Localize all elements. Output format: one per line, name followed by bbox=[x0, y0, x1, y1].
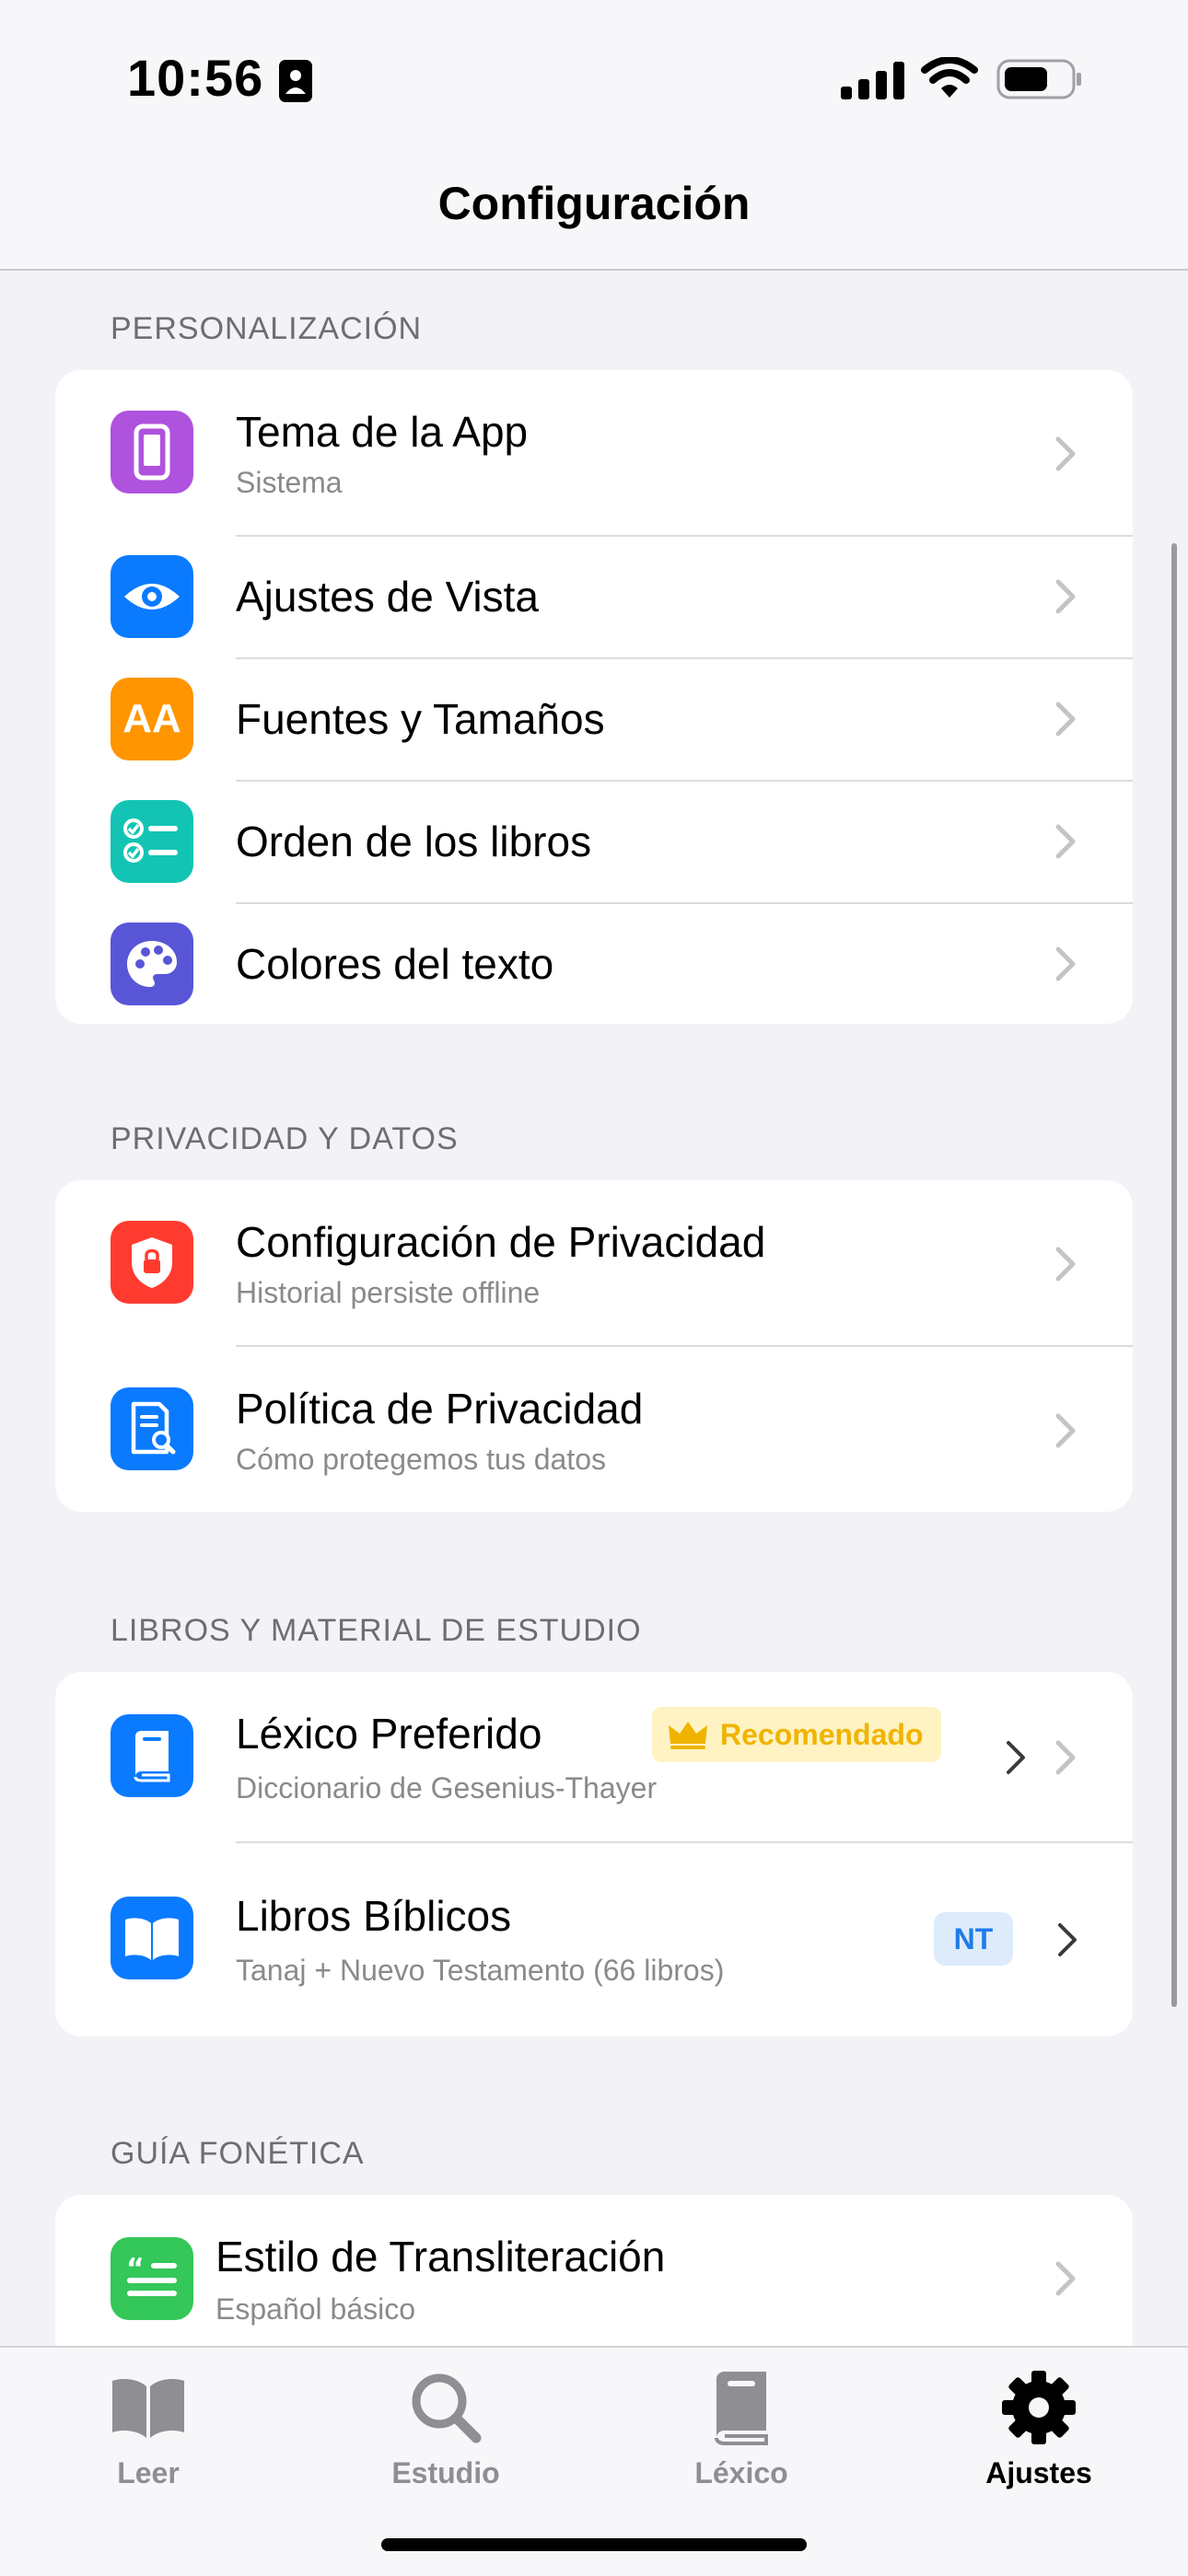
recommended-badge-label: Recomendado bbox=[720, 1717, 924, 1751]
battery-icon bbox=[996, 59, 1081, 99]
recommended-badge: Recomendado bbox=[652, 1707, 942, 1762]
row-title: Léxico Preferido bbox=[236, 1710, 542, 1758]
row-subtitle: Tanaj + Nuevo Testamento (66 libros) bbox=[236, 1954, 725, 1987]
row-preferred-lexicon[interactable]: Léxico Preferido Recomendado Diccionario… bbox=[55, 1672, 1133, 1841]
row-title: Ajustes de Vista bbox=[236, 573, 540, 621]
row-app-theme[interactable]: Tema de la App Sistema bbox=[55, 370, 1133, 536]
row-subtitle: Diccionario de Gesenius-Thayer bbox=[236, 1771, 658, 1804]
chevron-right-icon bbox=[1055, 436, 1076, 471]
open-book-icon bbox=[111, 1897, 193, 1979]
chevron-right-icon bbox=[1055, 702, 1076, 737]
row-subtitle: Español básico bbox=[215, 2292, 416, 2326]
books-card: Léxico Preferido Recomendado Diccionario… bbox=[55, 1672, 1133, 2036]
row-text-colors[interactable]: Colores del texto bbox=[55, 904, 1133, 1024]
chevron-right-icon bbox=[1007, 1741, 1025, 1774]
chevron-right-icon bbox=[1055, 1740, 1076, 1775]
personalization-card: Tema de la App Sistema Ajustes de Vista … bbox=[55, 370, 1133, 1024]
row-title: Política de Privacidad bbox=[236, 1385, 644, 1433]
tab-read[interactable]: Leer bbox=[56, 2348, 240, 2532]
row-title: Colores del texto bbox=[236, 940, 554, 988]
cellular-signal-icon bbox=[841, 62, 904, 99]
wifi-icon bbox=[921, 57, 978, 98]
section-header-phonetic: GUÍA FONÉTICA bbox=[111, 2136, 365, 2171]
palette-icon bbox=[111, 922, 193, 1005]
checklist-icon bbox=[111, 800, 193, 883]
row-transliteration-style[interactable]: “ Estilo de Transliteración Español bási… bbox=[55, 2195, 1133, 2364]
row-title: Estilo de Transliteración bbox=[215, 2233, 666, 2280]
shield-lock-icon bbox=[111, 1221, 193, 1304]
id-card-icon bbox=[279, 60, 312, 102]
chevron-right-icon bbox=[1055, 946, 1076, 981]
book-icon bbox=[111, 1714, 193, 1797]
scrollbar[interactable] bbox=[1171, 543, 1177, 2007]
row-subtitle: Sistema bbox=[236, 466, 343, 499]
status-time: 10:56 bbox=[127, 49, 264, 107]
nt-badge: NT bbox=[934, 1912, 1013, 1966]
chevron-right-icon bbox=[1055, 2261, 1076, 2296]
row-privacy-settings[interactable]: Configuración de Privacidad Historial pe… bbox=[55, 1180, 1133, 1346]
tab-lexicon[interactable]: Léxico bbox=[649, 2348, 833, 2532]
text-size-icon: AA bbox=[111, 678, 193, 760]
section-header-personalization: PERSONALIZACIÓN bbox=[111, 311, 423, 346]
row-title: Fuentes y Tamaños bbox=[236, 695, 605, 743]
row-privacy-policy[interactable]: Política de Privacidad Cómo protegemos t… bbox=[55, 1347, 1133, 1512]
chevron-right-icon bbox=[1058, 1923, 1077, 1956]
section-header-books: LIBROS Y MATERIAL DE ESTUDIO bbox=[111, 1613, 642, 1648]
privacy-card: Configuración de Privacidad Historial pe… bbox=[55, 1180, 1133, 1512]
eye-icon bbox=[111, 555, 193, 638]
row-title: Orden de los libros bbox=[236, 818, 592, 865]
tab-label: Léxico bbox=[694, 2456, 788, 2489]
tab-label: Ajustes bbox=[985, 2456, 1092, 2489]
open-book-icon bbox=[112, 2379, 184, 2438]
chevron-right-icon bbox=[1055, 579, 1076, 614]
home-indicator[interactable] bbox=[381, 2538, 807, 2551]
gear-icon bbox=[1002, 2371, 1076, 2444]
row-book-order[interactable]: Orden de los libros bbox=[55, 782, 1133, 902]
navigation-bar: 10:56 Configuración bbox=[0, 0, 1188, 271]
search-icon bbox=[412, 2373, 482, 2443]
row-title: Tema de la App bbox=[236, 408, 529, 456]
row-subtitle: Cómo protegemos tus datos bbox=[236, 1443, 606, 1476]
row-biblical-books[interactable]: Libros Bíblicos Tanaj + Nuevo Testamento… bbox=[55, 1843, 1133, 2036]
chevron-right-icon bbox=[1055, 1247, 1076, 1282]
book-icon bbox=[715, 2372, 768, 2445]
phone-icon bbox=[111, 411, 193, 493]
quote-text-icon: “ bbox=[111, 2237, 193, 2320]
row-title: Libros Bíblicos bbox=[236, 1892, 512, 1940]
row-view-settings[interactable]: Ajustes de Vista bbox=[55, 537, 1133, 657]
page-title: Configuración bbox=[437, 178, 751, 229]
chevron-right-icon bbox=[1055, 1413, 1076, 1448]
document-search-icon bbox=[111, 1387, 193, 1470]
row-fonts-sizes[interactable]: AA Fuentes y Tamaños bbox=[55, 659, 1133, 780]
tab-settings[interactable]: Ajustes bbox=[947, 2348, 1131, 2532]
row-subtitle: Historial persiste offline bbox=[236, 1276, 541, 1309]
tab-label: Leer bbox=[117, 2456, 180, 2489]
crown-icon bbox=[669, 1722, 707, 1749]
tab-label: Estudio bbox=[391, 2456, 500, 2489]
tab-study[interactable]: Estudio bbox=[354, 2348, 538, 2532]
chevron-right-icon bbox=[1055, 824, 1076, 859]
section-header-privacy: PRIVACIDAD Y DATOS bbox=[111, 1121, 459, 1156]
row-title: Configuración de Privacidad bbox=[236, 1218, 766, 1266]
